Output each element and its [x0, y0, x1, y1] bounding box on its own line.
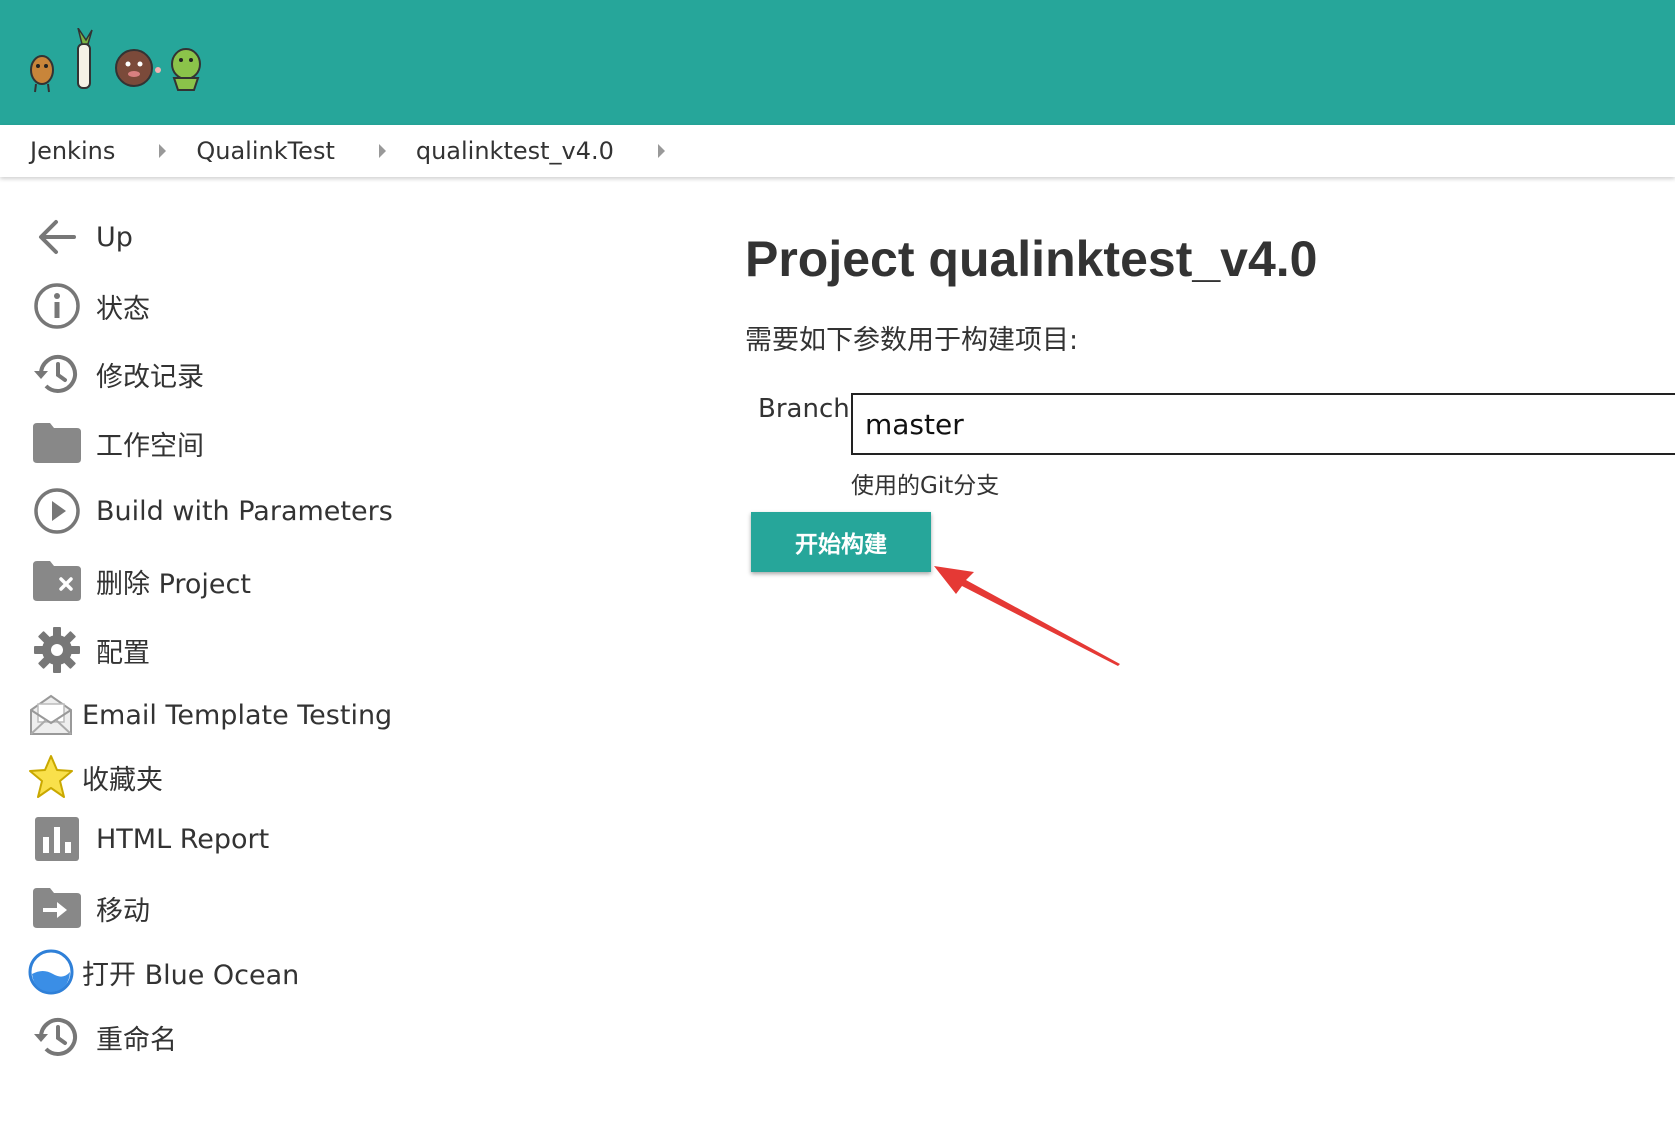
branch-input[interactable] — [851, 393, 1675, 455]
folder-move-icon — [32, 883, 82, 933]
envelope-icon — [26, 690, 76, 740]
history-icon — [32, 349, 82, 399]
sidebar-item-label: 修改记录 — [96, 361, 204, 393]
sidebar-item-label: Up — [96, 221, 133, 253]
sidebar-item-label: 状态 — [96, 293, 150, 325]
sidebar-item-workspace[interactable]: 工作空间 — [32, 418, 204, 468]
breadcrumb-item-project[interactable]: qualinktest_v4.0 — [386, 137, 665, 165]
breadcrumb-label[interactable]: QualinkTest — [166, 137, 335, 165]
sidebar-item-label: Build with Parameters — [96, 495, 393, 527]
branch-help-text: 使用的Git分支 — [851, 473, 1000, 499]
sidebar-item-delete-project[interactable]: 删除 Project — [32, 556, 251, 606]
sidebar-item-rename[interactable]: 重命名 — [32, 1012, 177, 1062]
sidebar-item-html-report[interactable]: HTML Report — [32, 814, 269, 864]
breadcrumb: Jenkins QualinkTest qualinktest_v4.0 — [0, 125, 1675, 177]
chevron-right-icon[interactable] — [657, 144, 665, 158]
sidebar-item-label: 打开 Blue Ocean — [82, 959, 300, 991]
arrow-left-icon — [32, 212, 82, 262]
jenkins-logo-icon[interactable] — [26, 28, 216, 96]
sidebar-item-label: 收藏夹 — [82, 764, 163, 796]
sidebar-item-open-blue-ocean[interactable]: 打开 Blue Ocean — [26, 947, 299, 997]
folder-delete-icon — [32, 556, 82, 606]
chevron-right-icon[interactable] — [378, 144, 386, 158]
parameters-description: 需要如下参数用于构建项目: — [745, 325, 1079, 356]
sidebar-item-up[interactable]: Up — [32, 212, 133, 262]
breadcrumb-label[interactable]: Jenkins — [0, 137, 115, 165]
sidebar-item-label: HTML Report — [96, 823, 270, 855]
page-title: Project qualinktest_v4.0 — [745, 231, 1318, 287]
breadcrumb-item-jenkins[interactable]: Jenkins — [0, 137, 167, 165]
sidebar-item-label: 重命名 — [96, 1024, 177, 1056]
gear-icon — [32, 625, 82, 675]
star-icon — [26, 752, 76, 802]
chevron-right-icon[interactable] — [159, 144, 167, 158]
breadcrumb-label[interactable]: qualinktest_v4.0 — [386, 137, 614, 165]
sidebar-item-label: 配置 — [96, 637, 150, 669]
folder-icon — [32, 418, 82, 468]
sidebar-item-status[interactable]: 状态 — [32, 281, 150, 331]
play-circle-icon — [32, 486, 82, 536]
sidebar-item-label: 工作空间 — [96, 430, 204, 462]
history-icon — [32, 1012, 82, 1062]
sidebar-item-label: 移动 — [96, 895, 150, 927]
blue-ocean-icon — [26, 947, 76, 997]
breadcrumb-item-qualinktest[interactable]: QualinkTest — [166, 137, 386, 165]
sidebar-item-configure[interactable]: 配置 — [32, 625, 150, 675]
info-icon — [32, 281, 82, 331]
sidebar-item-label: Email Template Testing — [82, 699, 393, 731]
bar-chart-icon — [32, 814, 82, 864]
sidebar-item-label: 删除 Project — [96, 568, 251, 600]
branch-label: Branch — [758, 394, 850, 424]
header-bar — [0, 0, 1675, 125]
sidebar-item-changes[interactable]: 修改记录 — [32, 349, 204, 399]
sidebar-item-move[interactable]: 移动 — [32, 883, 150, 933]
sidebar-item-build-with-parameters[interactable]: Build with Parameters — [32, 486, 393, 536]
sidebar-item-favorites[interactable]: 收藏夹 — [26, 752, 163, 802]
sidebar-item-email-template-testing[interactable]: Email Template Testing — [26, 690, 392, 740]
annotation-arrow-icon — [934, 566, 1120, 666]
start-build-button[interactable]: 开始构建 — [751, 512, 931, 572]
